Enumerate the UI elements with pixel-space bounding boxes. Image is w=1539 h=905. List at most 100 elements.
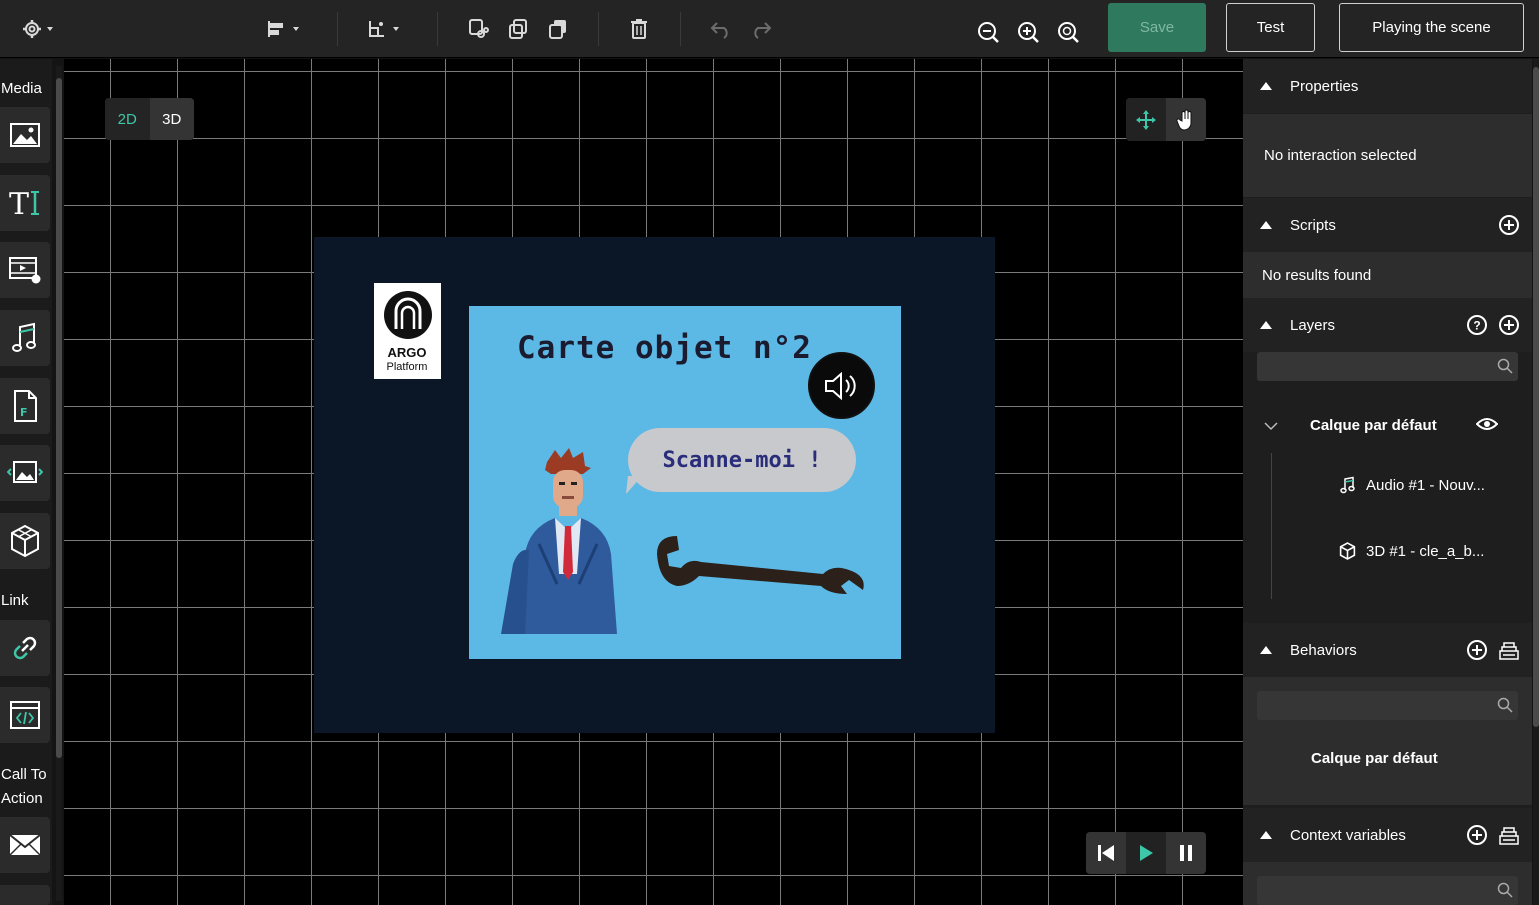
scene-canvas[interactable]: 2D 3D ARGO Platform Carte objet n°2 Scan… (64, 59, 1243, 905)
top-toolbar: Save Test Playing the scene (0, 0, 1539, 58)
behaviors-layer-name[interactable]: Calque par défaut (1311, 750, 1438, 767)
add-link-button[interactable] (0, 620, 50, 676)
collapse-triangle-icon (1260, 221, 1272, 229)
scripts-title: Scripts (1290, 216, 1336, 234)
add-file-button[interactable]: F (0, 378, 50, 434)
behaviors-title: Behaviors (1290, 641, 1357, 659)
add-script-icon[interactable] (1498, 214, 1520, 236)
layer-item-audio[interactable]: Audio #1 - Nouv... (1340, 476, 1485, 494)
layer-tree-line (1271, 453, 1272, 599)
wrench-illustration (657, 536, 864, 594)
redo-button[interactable] (748, 14, 774, 44)
undo-icon (710, 22, 728, 39)
right-scrollbar[interactable] (1533, 59, 1539, 905)
align-menu-button[interactable] (265, 14, 305, 44)
skip-back-button[interactable] (1086, 832, 1126, 874)
properties-header[interactable]: Properties (1243, 59, 1532, 113)
scripts-header[interactable]: Scripts (1243, 198, 1532, 252)
media-section-label: Media (1, 80, 42, 97)
behaviors-search-input[interactable] (1257, 691, 1518, 720)
scripts-body: No results found (1243, 252, 1532, 298)
add-layer-icon[interactable] (1498, 314, 1520, 336)
settings-menu-button[interactable] (18, 14, 58, 44)
layers-search-input[interactable] (1257, 352, 1518, 381)
argo-logo-icon: ARGO Platform (384, 291, 432, 373)
eye-icon[interactable] (1476, 416, 1498, 432)
add-text-button[interactable]: T (0, 175, 50, 231)
mode-3d-button[interactable]: 3D (149, 98, 194, 140)
collapse-triangle-icon (1260, 831, 1272, 839)
paste-icon (549, 20, 566, 39)
add-variable-icon[interactable] (1466, 824, 1488, 846)
default-layer-name[interactable]: Calque par défaut (1310, 417, 1437, 434)
behaviors-header[interactable]: Behaviors (1243, 623, 1532, 677)
stack-icon[interactable] (1498, 639, 1520, 661)
zoom-fit-button[interactable] (1055, 17, 1081, 47)
add-behavior-icon[interactable] (1466, 639, 1488, 661)
elements-sidebar: Media T F Link Call To Action (0, 59, 52, 905)
add-gallery-button[interactable] (0, 445, 50, 501)
copy-button[interactable] (506, 14, 530, 44)
model-3d-icon (11, 524, 39, 558)
image-card[interactable]: Carte objet n°2 Scanne-moi ! (469, 306, 901, 659)
layers-header[interactable]: Layers ? (1243, 298, 1532, 352)
properties-empty-text: No interaction selected (1264, 147, 1417, 164)
layer-item-label: 3D #1 - cle_a_b... (1366, 542, 1485, 560)
scene-frame[interactable]: ARGO Platform Carte objet n°2 Scanne-moi… (314, 237, 995, 733)
add-audio-button[interactable] (0, 310, 50, 366)
hand-tool-button[interactable] (1166, 98, 1206, 141)
add-email-button[interactable] (0, 817, 50, 873)
cta-section-label: Call To (1, 766, 47, 783)
svg-text:F: F (20, 406, 28, 419)
mode-2d-button[interactable]: 2D (105, 98, 150, 140)
zoom-out-button[interactable] (975, 17, 1001, 47)
more-tools-button[interactable] (0, 885, 50, 905)
chevron-down-icon[interactable] (1263, 421, 1279, 431)
search-icon (1497, 882, 1513, 898)
pause-button[interactable] (1166, 832, 1206, 874)
context-variables-title: Context variables (1290, 826, 1406, 844)
add-image-button[interactable] (0, 107, 50, 163)
paste-button[interactable] (546, 14, 570, 44)
play-scene-button[interactable]: Playing the scene (1339, 3, 1524, 52)
help-icon[interactable]: ? (1466, 314, 1488, 336)
add-3d-model-button[interactable] (0, 513, 50, 569)
add-video-button[interactable] (0, 242, 50, 298)
audio-element[interactable] (808, 352, 875, 419)
collapse-triangle-icon (1260, 321, 1272, 329)
collapse-triangle-icon (1260, 646, 1272, 654)
undo-button[interactable] (708, 14, 734, 44)
test-button[interactable]: Test (1226, 3, 1315, 52)
model-3d-icon (1339, 542, 1356, 560)
save-button[interactable]: Save (1108, 3, 1206, 52)
link-section-label: Link (1, 592, 29, 609)
properties-body: No interaction selected (1243, 114, 1532, 197)
left-scrollbar[interactable] (56, 66, 62, 901)
context-variables-header[interactable]: Context variables (1243, 808, 1532, 862)
character-illustration (501, 448, 617, 634)
layer-item-3d[interactable]: 3D #1 - cle_a_b... (1339, 542, 1484, 560)
delete-button[interactable] (627, 14, 651, 44)
add-embed-button[interactable] (0, 687, 50, 743)
context-variables-search-input[interactable] (1257, 876, 1518, 905)
card-title: Carte objet n°2 (517, 330, 812, 366)
align-icon (268, 21, 299, 37)
zoom-in-button[interactable] (1015, 17, 1041, 47)
cut-button[interactable] (466, 14, 490, 44)
argo-logo[interactable]: ARGO Platform (374, 283, 441, 379)
transform-menu-button[interactable] (365, 14, 405, 44)
stack-icon[interactable] (1498, 824, 1520, 846)
play-button[interactable] (1126, 832, 1166, 874)
move-tool-button[interactable] (1126, 98, 1166, 141)
search-icon (1497, 358, 1513, 374)
search-icon (1497, 697, 1513, 713)
logo-text-platform: Platform (387, 361, 428, 373)
image-icon (10, 123, 40, 147)
link-icon (13, 636, 37, 660)
context-variables-body (1243, 862, 1532, 905)
collapse-triangle-icon (1260, 82, 1272, 90)
svg-text:T: T (9, 187, 29, 219)
text-icon: T (9, 187, 39, 219)
gallery-icon (7, 461, 43, 483)
view-mode-toggle: 2D 3D (105, 98, 194, 140)
